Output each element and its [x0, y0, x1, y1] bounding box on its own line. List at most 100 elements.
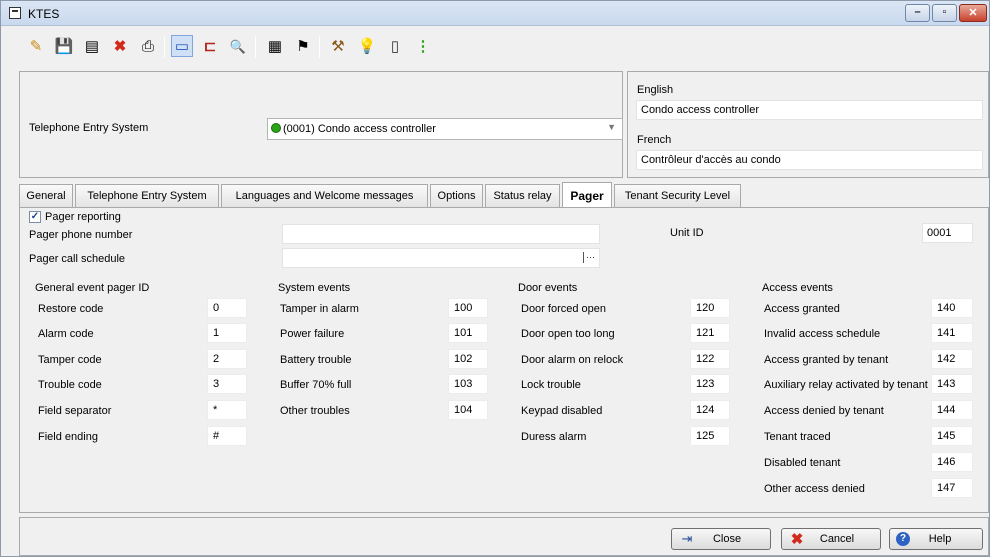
print-icon[interactable]: ⎙	[137, 35, 159, 57]
tab-pager[interactable]: Pager	[562, 182, 612, 208]
tenant-traced-field[interactable]: 145	[931, 426, 973, 446]
header-panel: Telephone Entry System (0001) Condo acce…	[19, 71, 623, 178]
power-failure-field[interactable]: 101	[448, 323, 488, 343]
window-title: KTES	[28, 7, 60, 21]
save-close-icon[interactable]: ▤	[81, 35, 103, 57]
buffer-full-field[interactable]: 103	[448, 374, 488, 394]
granted-by-tenant-field[interactable]: 142	[931, 349, 973, 369]
tab-tenant-security-level[interactable]: Tenant Security Level	[614, 184, 741, 207]
english-name-field[interactable]: Condo access controller	[636, 100, 983, 120]
pager-phone-label: Pager phone number	[29, 229, 133, 241]
new-icon[interactable]: ✎	[25, 35, 47, 57]
save-icon[interactable]: 💾	[53, 35, 75, 57]
maximize-button[interactable]: ▫	[932, 4, 957, 22]
aux-relay-field[interactable]: 143	[931, 374, 973, 394]
cancel-button-label: Cancel	[819, 533, 855, 545]
invalid-schedule-field[interactable]: 141	[931, 323, 973, 343]
status-light-icon[interactable]: ⋮	[412, 35, 434, 57]
general-events-title: General event pager ID	[35, 282, 150, 294]
tamper-alarm-label: Tamper in alarm	[280, 303, 359, 315]
system-label: Telephone Entry System	[29, 122, 149, 134]
disabled-tenant-label: Disabled tenant	[764, 457, 841, 469]
tab-general[interactable]: General	[19, 184, 73, 207]
pager-phone-field[interactable]	[282, 224, 600, 244]
field-ending-field[interactable]: #	[207, 426, 247, 446]
tab-telephone-entry-system[interactable]: Telephone Entry System	[75, 184, 219, 207]
tab-languages[interactable]: Languages and Welcome messages	[221, 184, 428, 207]
door-open-long-field[interactable]: 121	[690, 323, 730, 343]
minimize-button[interactable]: –	[905, 4, 930, 22]
french-label: French	[637, 134, 672, 146]
door-forced-label: Door forced open	[521, 303, 606, 315]
pager-tab-panel: ✓ Pager reporting Pager phone number Uni…	[19, 207, 989, 513]
field-separator-field[interactable]: *	[207, 400, 247, 420]
finish-flag-icon[interactable]: ⚑	[292, 35, 314, 57]
lock-trouble-field[interactable]: 123	[690, 374, 730, 394]
door-forced-field[interactable]: 120	[690, 298, 730, 318]
unit-id-field[interactable]: 0001	[922, 223, 973, 243]
field-separator-label: Field separator	[38, 405, 112, 417]
pager-reporting-label: Pager reporting	[45, 211, 121, 223]
cancel-x-icon: ✖	[790, 531, 804, 548]
tab-options[interactable]: Options	[430, 184, 483, 207]
door-events-title: Door events	[518, 282, 578, 294]
alarm-code-field[interactable]: 1	[207, 323, 247, 343]
main-window: KTES – ▫ ✕ ✎ 💾 ▤ ✖ ⎙ ▭ ⊏ 🔍 ▦ ⚑ ⚒ 💡 ▯ ⋮ T…	[0, 0, 990, 557]
keypad-disabled-label: Keypad disabled	[521, 405, 603, 417]
schedule-picker-icon[interactable]: ⋯	[583, 252, 595, 263]
toolbar-separator	[164, 36, 165, 58]
pager-schedule-label: Pager call schedule	[29, 253, 126, 265]
access-granted-field[interactable]: 140	[931, 298, 973, 318]
battery-trouble-field[interactable]: 102	[448, 349, 488, 369]
tamper-code-label: Tamper code	[38, 354, 102, 366]
pager-reporting-checkbox[interactable]: ✓	[29, 211, 41, 223]
app-icon	[9, 7, 21, 19]
power-failure-label: Power failure	[280, 328, 345, 340]
tab-status-relay[interactable]: Status relay	[485, 184, 560, 207]
aux-relay-label: Auxiliary relay activated by tenant	[764, 379, 928, 391]
battery-trouble-label: Battery trouble	[280, 354, 352, 366]
french-name-field[interactable]: Contrôleur d'accès au condo	[636, 150, 983, 170]
controller-select[interactable]: (0001) Condo access controller ▼	[267, 118, 623, 140]
other-access-denied-field[interactable]: 147	[931, 478, 973, 498]
edit-icon[interactable]: ▭	[171, 35, 193, 57]
system-events-title: System events	[278, 282, 351, 294]
trouble-code-field[interactable]: 3	[207, 374, 247, 394]
online-status-icon	[271, 123, 281, 133]
maximize-icon: ▫	[942, 6, 947, 18]
door-alarm-relock-field[interactable]: 122	[690, 349, 730, 369]
title-bar: KTES – ▫ ✕	[1, 1, 989, 26]
keypad-disabled-field[interactable]: 124	[690, 400, 730, 420]
duress-alarm-field[interactable]: 125	[690, 426, 730, 446]
denied-by-tenant-field[interactable]: 144	[931, 400, 973, 420]
close-button[interactable]: ⇥ Close	[671, 528, 771, 550]
tools-icon[interactable]: ⚒	[327, 35, 349, 57]
report-icon[interactable]: ▦	[264, 35, 286, 57]
buffer-full-label: Buffer 70% full	[280, 379, 352, 391]
hint-icon[interactable]: 💡	[356, 35, 378, 57]
door-icon[interactable]: ▯	[384, 35, 406, 57]
restore-code-field[interactable]: 0	[207, 298, 247, 318]
link-icon[interactable]: ⊏	[199, 35, 221, 57]
access-granted-label: Access granted	[764, 303, 840, 315]
close-window-button[interactable]: ✕	[959, 4, 987, 22]
help-button[interactable]: ? Help	[889, 528, 983, 550]
granted-by-tenant-label: Access granted by tenant	[764, 354, 889, 366]
tamper-alarm-field[interactable]: 100	[448, 298, 488, 318]
chevron-down-icon: ▼	[607, 122, 616, 132]
disabled-tenant-field[interactable]: 146	[931, 452, 973, 472]
cancel-button[interactable]: ✖ Cancel	[781, 528, 881, 550]
denied-by-tenant-label: Access denied by tenant	[764, 405, 884, 417]
search-icon[interactable]: 🔍	[227, 35, 249, 57]
delete-icon[interactable]: ✖	[109, 35, 131, 57]
minimize-icon: –	[914, 6, 921, 18]
pager-schedule-field[interactable]: ⋯	[282, 248, 600, 268]
other-troubles-field[interactable]: 104	[448, 400, 488, 420]
tamper-code-field[interactable]: 2	[207, 349, 247, 369]
alarm-code-label: Alarm code	[38, 328, 94, 340]
access-events-title: Access events	[762, 282, 833, 294]
exit-door-icon: ⇥	[681, 531, 693, 546]
door-open-long-label: Door open too long	[521, 328, 615, 340]
toolbar: ✎ 💾 ▤ ✖ ⎙ ▭ ⊏ 🔍 ▦ ⚑ ⚒ 💡 ▯ ⋮	[1, 27, 989, 67]
close-icon: ✕	[968, 7, 978, 19]
